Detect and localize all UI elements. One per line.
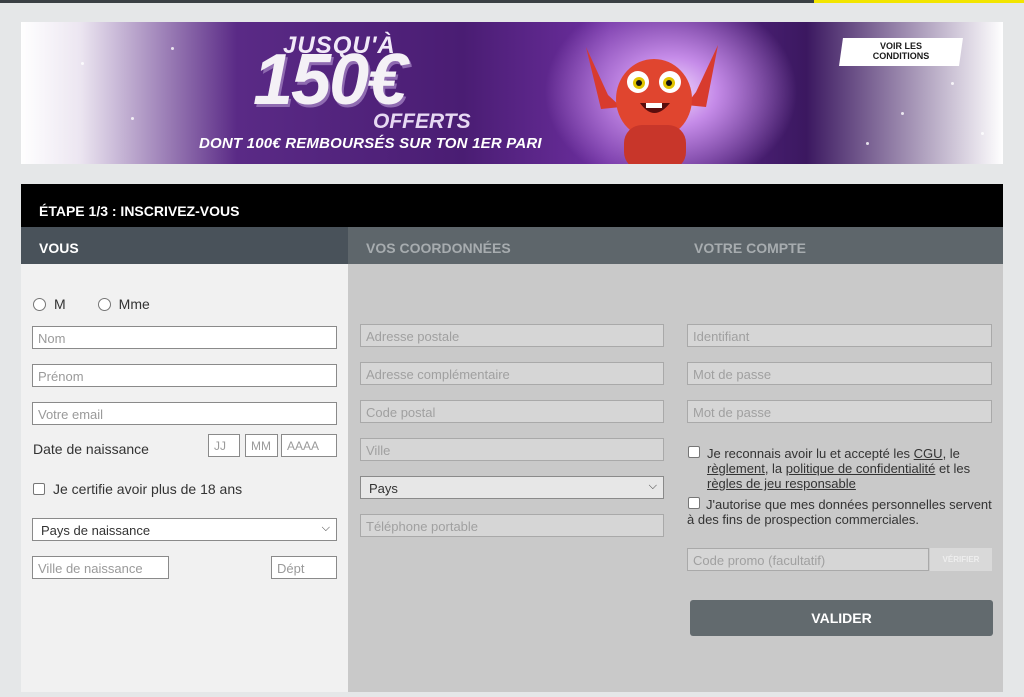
password-confirm-input[interactable]: Mot de passe — [687, 400, 992, 423]
cgu-link[interactable]: CGU — [914, 446, 943, 461]
birthdate-label: Date de naissance — [33, 441, 149, 457]
username-input[interactable]: Identifiant — [687, 324, 992, 347]
top-bar-accent — [814, 0, 1024, 3]
birth-city-input[interactable]: Ville de naissance — [32, 556, 169, 579]
terms-text-part: , le — [942, 446, 960, 461]
email-input[interactable]: Votre email — [32, 402, 337, 425]
privacy-link[interactable]: politique de confidentialité — [786, 461, 936, 476]
civility-mme-label: Mme — [118, 296, 150, 312]
terms-checkbox[interactable] — [688, 446, 700, 458]
birth-day-input[interactable]: JJ — [208, 434, 240, 457]
see-conditions-button[interactable]: VOIR LES CONDITIONS — [839, 38, 963, 66]
chevron-down-icon: ⌵ — [648, 480, 657, 492]
age-confirm-row: Je certifie avoir plus de 18 ans — [33, 481, 242, 497]
nom-input[interactable]: Nom — [32, 326, 337, 349]
tab-coordonnees[interactable]: VOS COORDONNÉES — [348, 227, 675, 264]
birth-country-select[interactable]: Pays de naissance ⌵ — [32, 518, 337, 541]
civility-mme-radio[interactable] — [97, 297, 111, 311]
form-tabs: VOUS VOS COORDONNÉES VOTRE COMPTE — [21, 227, 1003, 264]
age-confirm-label: Je certifie avoir plus de 18 ans — [53, 481, 243, 497]
age-confirm-checkbox[interactable] — [33, 483, 45, 495]
city-input[interactable]: Ville — [360, 438, 664, 461]
address-input[interactable]: Adresse postale — [360, 324, 664, 347]
promo-code-input[interactable]: Code promo (facultatif) — [687, 548, 929, 571]
tab-votre-compte[interactable]: VOTRE COMPTE — [675, 227, 1003, 264]
phone-input[interactable]: Téléphone portable — [360, 514, 664, 537]
civility-m-radio[interactable] — [33, 297, 46, 311]
password-input[interactable]: Mot de passe — [687, 362, 992, 385]
see-conditions-label: VOIR LES CONDITIONS — [872, 41, 930, 61]
zip-input[interactable]: Code postal — [360, 400, 664, 423]
terms-text-part: , la — [764, 461, 786, 476]
submit-button[interactable]: VALIDER — [690, 600, 993, 636]
mascot-icon — [586, 45, 718, 164]
promo-headline-suffix: OFFERTS — [373, 110, 471, 133]
reglement-link[interactable]: règlement — [707, 461, 765, 476]
registration-form: ÉTAPE 1/3 : INSCRIVEZ-VOUS VOUS VOS COOR… — [21, 184, 1003, 692]
section-vous: M Mme Nom Prénom Votre email Date de nai… — [21, 264, 348, 692]
birth-country-value: Pays de naissance — [41, 523, 151, 538]
tab-vous[interactable]: VOUS — [21, 227, 348, 264]
promo-banner[interactable]: JUSQU'À 150€ OFFERTS DONT 100€ REMBOURSÉ… — [21, 22, 1003, 164]
promo-amount: 150€ — [253, 40, 407, 120]
marketing-consent-label: J'autorise que mes données personnelles … — [687, 497, 992, 527]
prenom-input[interactable]: Prénom — [32, 364, 337, 387]
step-title: ÉTAPE 1/3 : INSCRIVEZ-VOUS — [21, 184, 1003, 227]
birth-dept-input[interactable]: Dépt — [271, 556, 337, 579]
terms-text-part: et les — [935, 461, 971, 476]
address2-input[interactable]: Adresse complémentaire — [360, 362, 664, 385]
birth-month-input[interactable]: MM — [245, 434, 278, 457]
birth-year-input[interactable]: AAAA — [281, 434, 337, 457]
verify-promo-button[interactable]: VÉRIFIER — [930, 548, 992, 571]
country-value: Pays — [369, 481, 398, 496]
terms-text: Je reconnais avoir lu et accepté les CGU… — [707, 446, 997, 491]
civility-group: M Mme — [33, 296, 182, 312]
promo-subline: DONT 100€ REMBOURSÉS SUR TON 1ER PARI — [199, 135, 542, 152]
terms-text-part: Je reconnais avoir lu et accepté les — [707, 446, 914, 461]
civility-m-label: M — [54, 296, 66, 312]
chevron-down-icon: ⌵ — [321, 522, 330, 534]
country-select[interactable]: Pays ⌵ — [360, 476, 664, 499]
responsible-gaming-link[interactable]: règles de jeu responsable — [707, 476, 856, 491]
